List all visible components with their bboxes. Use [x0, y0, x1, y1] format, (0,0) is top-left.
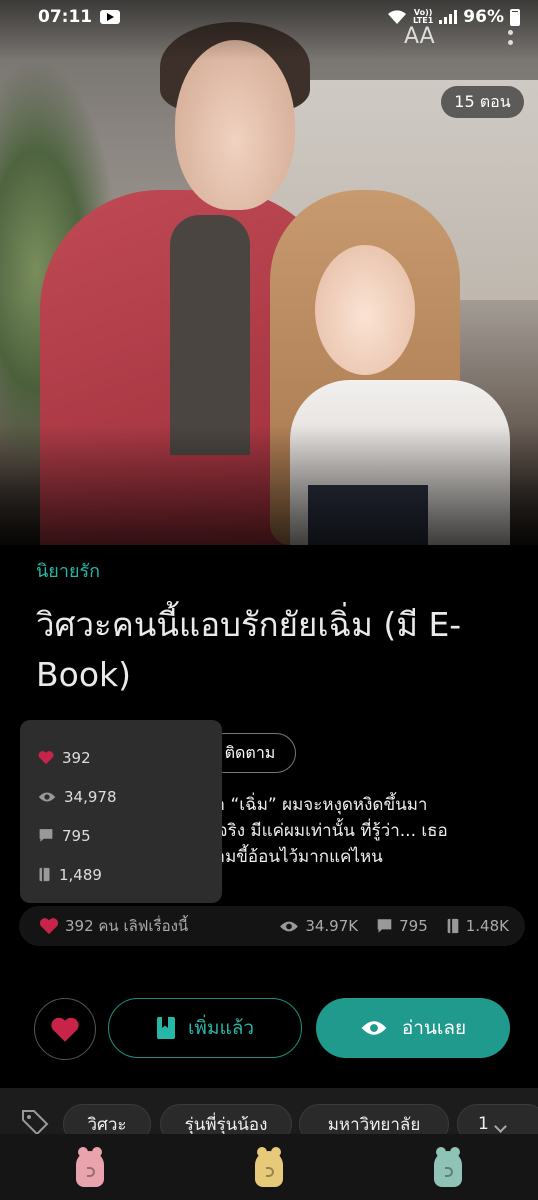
- eye-icon: [361, 1021, 387, 1035]
- story-category[interactable]: นิยายรัก: [36, 556, 100, 585]
- yellow-mascot-icon[interactable]: [249, 1145, 289, 1189]
- favorite-button[interactable]: [34, 998, 96, 1060]
- read-now-label: อ่านเลย: [401, 1017, 467, 1039]
- story-title: วิศวะคนนี้แอบรักยัยเฉิ่ม (มี E-Book): [36, 605, 462, 694]
- stat-comments: 795: [38, 816, 222, 855]
- stat-likes: 392: [38, 738, 222, 777]
- add-to-library-button[interactable]: เพิ่มแล้ว: [108, 998, 302, 1058]
- stat-views-value: 34,978: [64, 787, 117, 806]
- likes-summary-text: 392 คน เลิฟเรื่องนี้: [65, 917, 189, 935]
- bookmark-book-icon: [156, 1017, 175, 1039]
- signal-icon: [439, 10, 458, 24]
- stat-library: 1,489: [38, 855, 222, 894]
- youtube-icon: [100, 10, 121, 24]
- comments-summary: 795: [399, 917, 428, 935]
- comment-icon: [39, 829, 53, 842]
- episode-count-badge: 15 ตอน: [441, 86, 524, 118]
- status-time: 07:11: [38, 7, 93, 27]
- pink-mascot-icon[interactable]: [70, 1145, 110, 1189]
- added-label: เพิ่มแล้ว: [187, 1017, 255, 1039]
- stat-likes-value: 392: [62, 748, 91, 767]
- stats-popup: 392 34,978 795 1,489: [20, 720, 222, 903]
- wifi-icon: [388, 10, 407, 24]
- comment-icon: [377, 919, 392, 933]
- heart-icon: [38, 751, 54, 765]
- eye-icon: [280, 921, 299, 931]
- battery-icon: [510, 8, 520, 26]
- teal-mascot-icon[interactable]: [428, 1145, 468, 1189]
- stat-views: 34,978: [38, 777, 222, 816]
- stats-summary-bar[interactable]: 392 คน เลิฟเรื่องนี้ 34.97K 795 1.48K: [19, 906, 525, 946]
- stat-library-value: 1,489: [59, 865, 102, 884]
- lte-bottom-label: LTE1: [413, 16, 434, 25]
- heart-icon: [51, 1017, 79, 1042]
- library-summary: 1.48K: [465, 917, 509, 935]
- book-icon: [39, 867, 50, 882]
- views-summary: 34.97K: [305, 917, 359, 935]
- tag-icon: [22, 1110, 49, 1136]
- cover-image: [0, 0, 538, 545]
- heart-icon: [39, 918, 59, 935]
- battery-percent: 96%: [463, 7, 504, 27]
- stat-comments-value: 795: [62, 826, 91, 845]
- bottom-nav: [0, 1134, 538, 1200]
- lte-indicator: Vo)) LTE1: [413, 9, 433, 25]
- eye-icon: [38, 792, 56, 801]
- book-icon: [447, 918, 459, 934]
- status-bar: 07:11 Vo)) LTE1 96%: [0, 0, 538, 34]
- read-now-button[interactable]: อ่านเลย: [316, 998, 510, 1058]
